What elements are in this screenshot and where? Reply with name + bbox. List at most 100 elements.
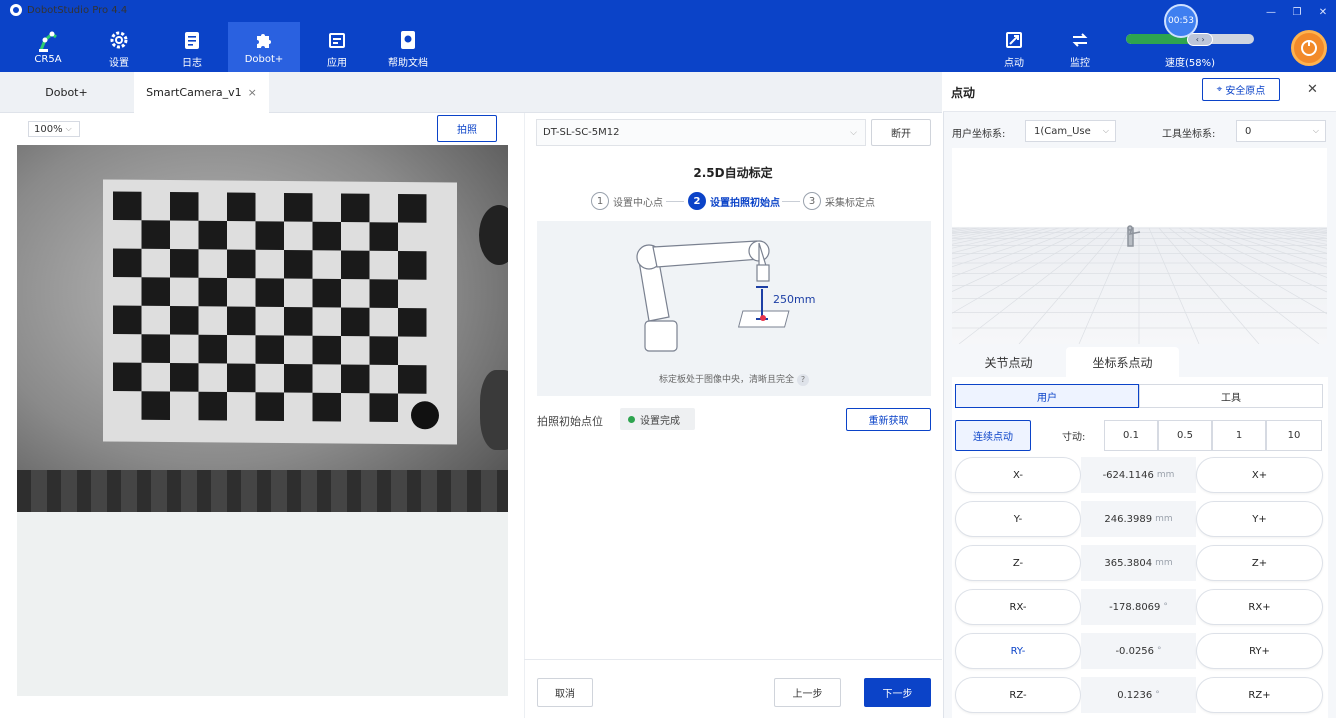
monitor-icon [1072, 33, 1088, 47]
z-minus-button[interactable]: Z- [955, 545, 1081, 581]
axis-unit: ° [1157, 646, 1162, 656]
tool-frame-label: 工具坐标系: [1162, 129, 1216, 140]
location-pin-icon: ⌖ [1216, 84, 1223, 95]
rz-minus-button[interactable]: RZ- [955, 677, 1081, 713]
chevron-down-icon: ⌵ [850, 127, 857, 138]
tab-bar: Dobot+ SmartCamera_v1 × [0, 72, 942, 113]
nav-label: 应用 [327, 58, 347, 69]
cancel-button[interactable]: 取消 [537, 678, 593, 707]
emergency-stop-button[interactable] [1291, 30, 1327, 66]
speed-label: 速度(58%) [1164, 58, 1216, 69]
nav-item-help-doc[interactable]: 帮助文档 [384, 22, 432, 72]
z-plus-button[interactable]: Z+ [1196, 545, 1323, 581]
hint-text: 标定板处于图像中央，清晰且完全 [659, 375, 795, 385]
status-badge: 设置完成 [620, 408, 695, 430]
x-minus-button[interactable]: X- [955, 457, 1081, 493]
axis-unit: mm [1155, 558, 1173, 568]
nav-item-log[interactable]: 日志 [170, 22, 214, 72]
app-window: DobotStudio Pro 4.4 — ❐ ✕ CR5A 设置 日志 Dob… [0, 0, 1336, 718]
chevron-down-icon: ⌵ [1102, 126, 1109, 135]
image-blank-area [17, 512, 508, 696]
calibration-illustration: 250mm 标定板处于图像中央，清晰且完全 ? [537, 221, 931, 396]
nav-item-cr5a[interactable]: CR5A [26, 22, 70, 72]
user-frame-value: 1(Cam_Use [1034, 125, 1091, 137]
user-frame-select[interactable]: 1(Cam_Use ⌵ [1025, 120, 1116, 142]
zoom-select[interactable]: 100% ⌵ [28, 121, 80, 137]
init-point-label: 拍照初始点位 [537, 415, 603, 428]
help-icon[interactable]: ? [796, 374, 809, 386]
y-plus-button[interactable]: Y+ [1196, 501, 1323, 537]
axis-unit: mm [1155, 514, 1173, 524]
calibration-title: 2.5D自动标定 [693, 166, 773, 180]
power-icon [1301, 40, 1317, 56]
axis-value: 0.1236 [1117, 689, 1153, 701]
ry-value: -0.0256 ° [1081, 633, 1196, 669]
close-window-icon[interactable]: ✕ [1310, 0, 1336, 24]
chevron-down-icon: ⌵ [1312, 126, 1319, 135]
speed-slider-handle[interactable]: ‹ › [1187, 33, 1214, 46]
timer-badge: 00:53 [1164, 4, 1198, 38]
distance-label: 250mm [773, 293, 815, 306]
nav-item-dobot-plus[interactable]: Dobot+ [228, 22, 300, 72]
tab-close-icon[interactable]: × [248, 86, 257, 99]
axis-unit: ° [1163, 602, 1168, 612]
nav-item-app[interactable]: 应用 [315, 22, 359, 72]
nav-label: 设置 [109, 58, 129, 69]
app-icon [329, 33, 345, 48]
rx-minus-button[interactable]: RX- [955, 589, 1081, 625]
step-1[interactable]: 1 [1212, 420, 1266, 451]
continuous-jog-button[interactable]: 连续点动 [955, 420, 1031, 451]
nav-item-settings[interactable]: 设置 [97, 22, 141, 72]
illustration-hint: 标定板处于图像中央，清晰且完全 ? [537, 372, 931, 386]
step-connector [782, 201, 800, 202]
tab-dobot-plus[interactable]: Dobot+ [0, 72, 133, 113]
puzzle-icon [257, 34, 271, 48]
nav-label: 监控 [1070, 58, 1090, 69]
ry-minus-button[interactable]: RY- [955, 633, 1081, 669]
prev-step-button[interactable]: 上一步 [774, 678, 841, 707]
disconnect-button[interactable]: 断开 [871, 119, 931, 146]
nav-label: 帮助文档 [388, 58, 428, 69]
tab-label: Dobot+ [45, 86, 88, 99]
help-doc-icon [401, 31, 415, 49]
x-value: -624.1146 mm [1081, 457, 1196, 493]
step-1: 1 设置中心点 [591, 192, 663, 210]
capture-button[interactable]: 拍照 [437, 115, 497, 142]
tab-joint-jog[interactable]: 关节点动 [952, 347, 1065, 377]
mode-user[interactable]: 用户 [955, 384, 1139, 408]
x-plus-button[interactable]: X+ [1196, 457, 1323, 493]
step-label: 设置拍照初始点 [710, 197, 780, 209]
step-0-5[interactable]: 0.5 [1158, 420, 1212, 451]
robot-3d-view[interactable] [952, 148, 1327, 344]
safe-origin-button[interactable]: ⌖ 安全原点 [1202, 78, 1280, 101]
minimize-icon[interactable]: — [1258, 0, 1284, 24]
next-step-button[interactable]: 下一步 [864, 678, 931, 707]
tab-coordinate-jog[interactable]: 坐标系点动 [1066, 347, 1179, 377]
step-0-1[interactable]: 0.1 [1104, 420, 1158, 451]
axis-value: 246.3989 [1104, 513, 1153, 525]
restore-icon[interactable]: ❐ [1284, 0, 1310, 24]
nav-item-monitor[interactable]: 监控 [1062, 22, 1098, 72]
camera-image [17, 145, 508, 512]
nav-label: 点动 [1004, 58, 1024, 69]
close-icon[interactable]: ✕ [1307, 82, 1318, 97]
rz-plus-button[interactable]: RZ+ [1196, 677, 1323, 713]
tool-frame-select[interactable]: 0 ⌵ [1236, 120, 1326, 142]
rx-plus-button[interactable]: RX+ [1196, 589, 1323, 625]
nav-item-jog[interactable]: 点动 [996, 22, 1032, 72]
mode-tool[interactable]: 工具 [1139, 384, 1323, 408]
device-select[interactable]: DT-SL-SC-5M12 ⌵ [536, 119, 866, 146]
nav-label: Dobot+ [244, 54, 284, 65]
tab-smartcamera[interactable]: SmartCamera_v1 × [134, 72, 269, 113]
robot-illustration: 250mm [636, 240, 815, 352]
reacquire-button[interactable]: 重新获取 [846, 408, 931, 431]
y-value: 246.3989 mm [1081, 501, 1196, 537]
y-minus-button[interactable]: Y- [955, 501, 1081, 537]
jog-icon [1006, 32, 1022, 48]
jog-title: 点动 [951, 86, 976, 100]
axis-unit: mm [1156, 470, 1175, 480]
step-10[interactable]: 10 [1266, 420, 1322, 451]
axis-value: -0.0256 [1115, 645, 1155, 657]
rz-value: 0.1236 ° [1081, 677, 1196, 713]
ry-plus-button[interactable]: RY+ [1196, 633, 1323, 669]
